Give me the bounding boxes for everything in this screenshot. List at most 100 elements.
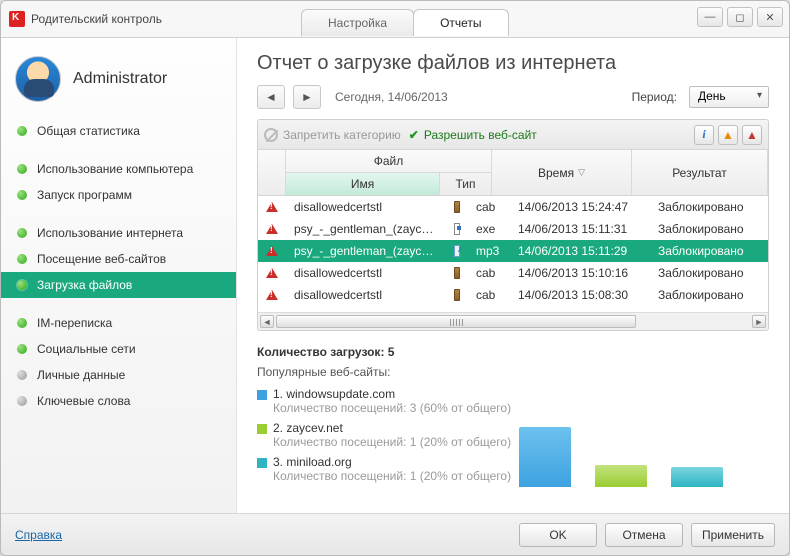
- sidebar-item-1[interactable]: Использование компьютера: [1, 156, 236, 182]
- check-icon: ✔: [409, 128, 419, 142]
- sidebar-item-3[interactable]: Использование интернета: [1, 220, 236, 246]
- result-cell: Заблокировано: [650, 288, 768, 302]
- scroll-left-arrow[interactable]: ◄: [260, 315, 274, 328]
- avatar: [15, 56, 61, 102]
- status-dot: [17, 164, 27, 174]
- maximize-button[interactable]: ◻: [727, 7, 753, 27]
- site-name: zaycev.net: [286, 421, 342, 435]
- col-file[interactable]: Файл: [286, 150, 491, 173]
- sidebar-item-label: Использование интернета: [37, 226, 183, 240]
- warn-cell: [258, 224, 286, 234]
- col-name[interactable]: Имя: [286, 173, 440, 195]
- status-dot: [17, 228, 27, 238]
- sidebar-item-7[interactable]: Социальные сети: [1, 336, 236, 362]
- warning-icon: [266, 290, 278, 300]
- period-label: Период:: [632, 90, 677, 104]
- file-exe-icon: [454, 223, 460, 235]
- warning-red-button[interactable]: ▲: [742, 125, 762, 145]
- col-time[interactable]: Время▽: [492, 150, 632, 195]
- time-cell: 14/06/2013 15:11:31: [510, 222, 650, 236]
- time-cell: 14/06/2013 15:24:47: [510, 200, 650, 214]
- panel-toolbar: Запретить категорию ✔ Разрешить веб-сайт…: [258, 120, 768, 150]
- sidebar-item-label: IM-переписка: [37, 316, 112, 330]
- legend-swatch: [257, 458, 267, 468]
- minimize-button[interactable]: —: [697, 7, 723, 27]
- allow-site-action[interactable]: ✔ Разрешить веб-сайт: [409, 128, 537, 142]
- sidebar-item-label: Загрузка файлов: [37, 278, 132, 292]
- warning-orange-button[interactable]: ▲: [718, 125, 738, 145]
- sidebar-item-0[interactable]: Общая статистика: [1, 118, 236, 144]
- site-name: miniload.org: [286, 455, 351, 469]
- type-cell: exe: [468, 222, 510, 236]
- close-button[interactable]: ✕: [757, 7, 783, 27]
- window-title: Родительский контроль: [31, 12, 162, 26]
- status-dot: [17, 318, 27, 328]
- sidebar-item-2[interactable]: Запуск программ: [1, 182, 236, 208]
- time-cell: 14/06/2013 15:11:29: [510, 244, 650, 258]
- horizontal-scrollbar[interactable]: ◄ ►: [258, 312, 768, 330]
- scroll-right-arrow[interactable]: ►: [752, 315, 766, 328]
- name-cell: psy_-_gentleman_(zaycev…: [286, 244, 446, 258]
- warn-cell: [258, 290, 286, 300]
- sidebar-item-4[interactable]: Посещение веб-сайтов: [1, 246, 236, 272]
- sidebar-item-9[interactable]: Ключевые слова: [1, 388, 236, 414]
- status-dot: [17, 190, 27, 200]
- legend-swatch: [257, 424, 267, 434]
- icon-cell: [446, 267, 468, 279]
- user-block: Administrator: [1, 48, 236, 118]
- name-cell: disallowedcertstl: [286, 200, 446, 214]
- tab-settings[interactable]: Настройка: [301, 9, 414, 36]
- apply-button[interactable]: Применить: [691, 523, 775, 547]
- sidebar-item-label: Ключевые слова: [37, 394, 130, 408]
- footer: Справка OK Отмена Применить: [1, 513, 789, 555]
- name-cell: disallowedcertstl: [286, 266, 446, 280]
- sidebar-item-8[interactable]: Личные данные: [1, 362, 236, 388]
- download-count: Количество загрузок: 5: [257, 345, 769, 359]
- block-category-action[interactable]: Запретить категорию: [264, 128, 401, 142]
- type-cell: cab: [468, 200, 510, 214]
- grid-header: Файл Имя Тип Время▽ Результат: [258, 150, 768, 196]
- chart-bar-3: [671, 467, 723, 487]
- col-warn[interactable]: [258, 150, 286, 195]
- main-content: Отчет о загрузке файлов из интернета ◄ ►…: [237, 38, 789, 513]
- table-row[interactable]: psy_-_gentleman_(zaycev… exe14/06/2013 15…: [258, 218, 768, 240]
- tab-reports[interactable]: Отчеты: [413, 9, 508, 36]
- result-cell: Заблокировано: [650, 244, 768, 258]
- info-icon-button[interactable]: i: [694, 125, 714, 145]
- type-cell: cab: [468, 266, 510, 280]
- date-label: Сегодня, 14/06/2013: [335, 90, 448, 104]
- table-row[interactable]: disallowedcertstlcab14/06/2013 15:08:30З…: [258, 284, 768, 306]
- table-row[interactable]: disallowedcertstlcab14/06/2013 15:10:16З…: [258, 262, 768, 284]
- time-cell: 14/06/2013 15:08:30: [510, 288, 650, 302]
- type-cell: cab: [468, 288, 510, 302]
- warning-icon: [266, 202, 278, 212]
- sites-chart: [519, 407, 749, 487]
- sidebar-item-5[interactable]: Загрузка файлов: [1, 272, 236, 298]
- col-result[interactable]: Результат: [632, 150, 768, 195]
- report-panel: Запретить категорию ✔ Разрешить веб-сайт…: [257, 119, 769, 331]
- sidebar-item-label: Общая статистика: [37, 124, 140, 138]
- table-row[interactable]: disallowedcertstlcab14/06/2013 15:24:47З…: [258, 196, 768, 218]
- period-select[interactable]: День: [689, 86, 769, 108]
- titlebar: Родительский контроль Настройка Отчеты —…: [1, 1, 789, 37]
- status-dot: [17, 126, 27, 136]
- sidebar-item-label: Запуск программ: [37, 188, 132, 202]
- icon-cell: [446, 289, 468, 301]
- prev-date-button[interactable]: ◄: [257, 85, 285, 109]
- col-type[interactable]: Тип: [440, 173, 491, 195]
- name-cell: psy_-_gentleman_(zaycev…: [286, 222, 446, 236]
- ok-button[interactable]: OK: [519, 523, 597, 547]
- result-cell: Заблокировано: [650, 266, 768, 280]
- help-link[interactable]: Справка: [15, 528, 62, 542]
- table-row[interactable]: psy_-_gentleman_(zaycev…mp314/06/2013 15…: [258, 240, 768, 262]
- cancel-button[interactable]: Отмена: [605, 523, 683, 547]
- icon-cell: [446, 245, 468, 257]
- sidebar-item-6[interactable]: IM-переписка: [1, 310, 236, 336]
- next-date-button[interactable]: ►: [293, 85, 321, 109]
- scroll-thumb[interactable]: [276, 315, 636, 328]
- app-icon: [9, 11, 25, 27]
- chart-bar-2: [595, 465, 647, 487]
- page-title: Отчет о загрузке файлов из интернета: [257, 52, 769, 75]
- site-meta: Количество посещений: 1 (20% от общего): [273, 469, 511, 483]
- site-index: 1.: [273, 387, 286, 401]
